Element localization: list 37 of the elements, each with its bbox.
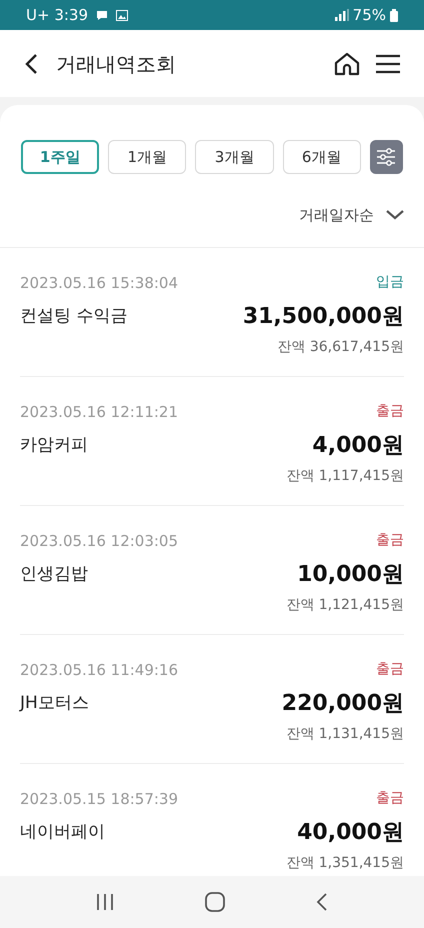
battery-percent: 75% [352,4,386,26]
period-tab[interactable]: 1주일 [21,140,100,174]
transaction-row[interactable]: 2023.05.16 12:11:21 출금 카암커피 4,000원 잔액 1,117,415원 [20,376,404,506]
transaction-datetime: 2023.05.16 11:49:16 [20,660,178,680]
transaction-amount: 31,500,000원 [242,303,404,331]
page-title: 거래내역조회 [56,50,176,78]
balance-text: 잔액 1,131,415원 [286,725,404,744]
transaction-type: 입금 [376,273,404,292]
transaction-datetime: 2023.05.16 15:38:04 [20,272,178,294]
period-tab[interactable]: 6개월 [282,140,361,174]
transaction-row[interactable]: 2023.05.16 11:49:16 출금 JH모터스 220,000원 잔액 1,131,415원 [20,634,404,764]
transaction-datetime: 2023.05.16 12:03:05 [20,530,178,552]
balance-text: 잔액 1,121,415원 [286,596,404,615]
merchant-name: 컨설팅 수익금 [20,304,128,328]
transaction-amount: 40,000원 [297,819,404,847]
merchant-name: JH모터스 [20,692,89,715]
balance-text: 잔액 36,617,415원 [277,338,404,357]
transaction-datetime: 2023.05.15 18:57:39 [20,788,178,810]
transaction-row[interactable]: 2023.05.16 15:38:04 입금 컨설팅 수익금 31,500,000원 잔액 36,617,415원 [20,248,404,376]
transaction-type: 출금 [376,789,404,808]
transaction-amount: 4,000원 [312,432,404,460]
balance-text: 잔액 1,117,415원 [286,467,404,486]
status-time: U+ 3:39 [26,4,88,26]
transaction-amount: 220,000원 [282,690,404,718]
transaction-type: 출금 [376,660,404,680]
balance-text: 잔액 1,351,415원 [286,854,404,873]
merchant-name: 네이버페이 [20,820,105,844]
transaction-type: 출금 [376,402,404,422]
merchant-name: 인생김밥 [20,562,88,586]
sort-dropdown[interactable]: 거래일자순 [299,204,404,226]
transaction-row[interactable]: 2023.05.16 12:03:05 출금 인생김밥 10,000원 잔액 1,121,415원 [20,506,404,634]
period-tab[interactable]: 1개월 [108,140,186,174]
transaction-datetime: 2023.05.16 12:11:21 [20,402,178,422]
period-tab[interactable]: 3개월 [195,140,274,174]
merchant-name: 카암커피 [20,434,88,457]
transaction-amount: 10,000원 [297,561,404,589]
transaction-type: 출금 [376,531,404,550]
